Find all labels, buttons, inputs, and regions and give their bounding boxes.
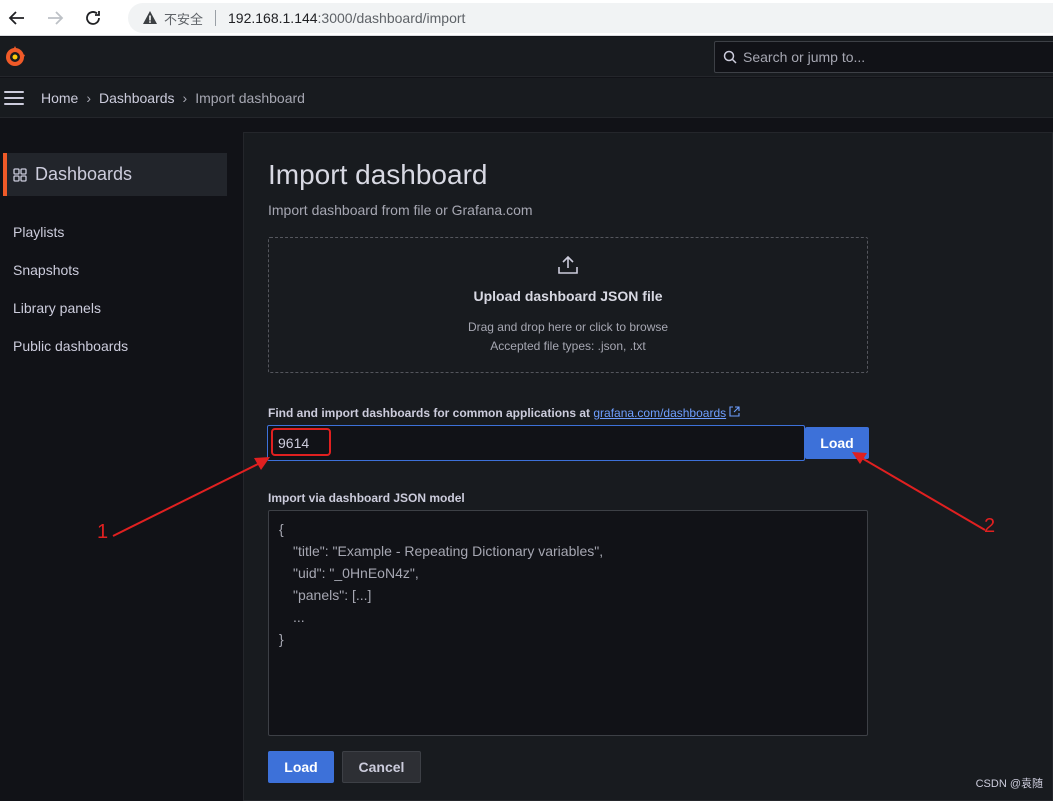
back-button[interactable] bbox=[5, 6, 29, 30]
cancel-button[interactable]: Cancel bbox=[342, 751, 421, 783]
load-button[interactable]: Load bbox=[268, 751, 334, 783]
dashboard-id-input[interactable] bbox=[267, 425, 805, 461]
watermark: CSDN @袁随 bbox=[975, 778, 1043, 790]
security-warning[interactable]: 不安全 bbox=[142, 9, 203, 28]
upload-icon bbox=[269, 254, 867, 278]
breadcrumb-current: Import dashboard bbox=[195, 89, 305, 106]
warning-icon bbox=[143, 11, 157, 24]
json-line: "panels": [...] bbox=[293, 587, 372, 603]
search-placeholder: Search or jump to... bbox=[743, 49, 866, 65]
sidebar-list: Playlists Snapshots Library panels Publi… bbox=[13, 223, 128, 375]
json-line: "title": "Example - Repeating Dictionary… bbox=[293, 543, 604, 559]
hamburger-line bbox=[4, 90, 24, 93]
dashboard-id-field[interactable] bbox=[278, 435, 678, 451]
find-label-text: Find and import dashboards for common ap… bbox=[268, 406, 591, 420]
search-icon bbox=[723, 50, 737, 64]
page-subtitle: Import dashboard from file or Grafana.co… bbox=[268, 202, 533, 218]
sidebar: Dashboards Playlists Snapshots Library p… bbox=[0, 119, 243, 801]
upload-dropzone[interactable]: Upload dashboard JSON file Drag and drop… bbox=[268, 237, 868, 373]
search-input[interactable]: Search or jump to... bbox=[714, 41, 1053, 73]
sidebar-section-dashboards[interactable]: Dashboards bbox=[3, 153, 227, 196]
app-topbar: Search or jump to... bbox=[0, 37, 1053, 77]
sidebar-item-public-dashboards[interactable]: Public dashboards bbox=[13, 337, 128, 375]
json-model-label: Import via dashboard JSON model bbox=[268, 491, 465, 505]
hamburger-line bbox=[4, 96, 24, 99]
main-content: Import dashboard Import dashboard from f… bbox=[243, 132, 1053, 801]
breadcrumb-dashboards[interactable]: Dashboards bbox=[99, 90, 175, 106]
annotation-number-2: 2 bbox=[984, 515, 996, 537]
json-line: "uid": "_0HnEoN4z", bbox=[293, 565, 419, 581]
reload-button[interactable] bbox=[81, 6, 105, 30]
address-bar[interactable]: 不安全 192.168.1.144:3000/dashboard/import bbox=[128, 3, 1053, 33]
upload-hint-line: Drag and drop here or click to browse bbox=[467, 320, 669, 334]
chevron-right-icon: › bbox=[182, 89, 188, 106]
url-host: 192.168.1.144 bbox=[228, 10, 318, 26]
sidebar-title: Dashboards bbox=[35, 164, 133, 184]
forward-button[interactable] bbox=[43, 6, 67, 30]
json-line: } bbox=[279, 631, 284, 647]
breadcrumb: Home › Dashboards › Import dashboard bbox=[41, 90, 305, 106]
menu-toggle-button[interactable] bbox=[4, 90, 24, 105]
json-model-textarea[interactable]: { "title": "Example - Repeating Dictiona… bbox=[268, 510, 868, 736]
upload-hint: Drag and drop here or click to browse Ac… bbox=[269, 318, 867, 356]
annotation-number-1: 1 bbox=[97, 521, 109, 543]
sidebar-item-playlists[interactable]: Playlists bbox=[13, 223, 128, 261]
grafana-dashboards-link[interactable]: grafana.com/dashboards bbox=[593, 406, 726, 420]
hamburger-line bbox=[4, 102, 24, 105]
grafana-logo-icon[interactable] bbox=[3, 45, 27, 69]
forward-arrow-icon bbox=[48, 10, 64, 25]
grid-icon bbox=[13, 167, 27, 182]
security-label: 不安全 bbox=[164, 11, 204, 27]
external-link-icon bbox=[729, 406, 741, 417]
browser-toolbar: 不安全 192.168.1.144:3000/dashboard/import bbox=[0, 0, 1053, 36]
load-id-button[interactable]: Load bbox=[805, 427, 869, 459]
sidebar-item-snapshots[interactable]: Snapshots bbox=[13, 261, 128, 299]
highlight-box bbox=[271, 428, 331, 456]
breadcrumb-bar: Home › Dashboards › Import dashboard bbox=[0, 78, 1053, 118]
json-line: { bbox=[279, 521, 284, 537]
url-separator bbox=[215, 10, 217, 26]
url-path: :3000/dashboard/import bbox=[317, 10, 466, 26]
reload-icon bbox=[86, 10, 100, 25]
json-line: ... bbox=[293, 609, 305, 625]
upload-hint-line: Accepted file types: .json, .txt bbox=[490, 339, 646, 353]
page-title: Import dashboard bbox=[268, 159, 488, 190]
upload-title: Upload dashboard JSON file bbox=[473, 288, 663, 304]
find-label: Find and import dashboards for common ap… bbox=[268, 406, 741, 420]
chevron-right-icon: › bbox=[86, 89, 92, 106]
sidebar-item-library-panels[interactable]: Library panels bbox=[13, 299, 128, 337]
back-arrow-icon bbox=[8, 10, 24, 25]
breadcrumb-home[interactable]: Home bbox=[41, 90, 78, 106]
